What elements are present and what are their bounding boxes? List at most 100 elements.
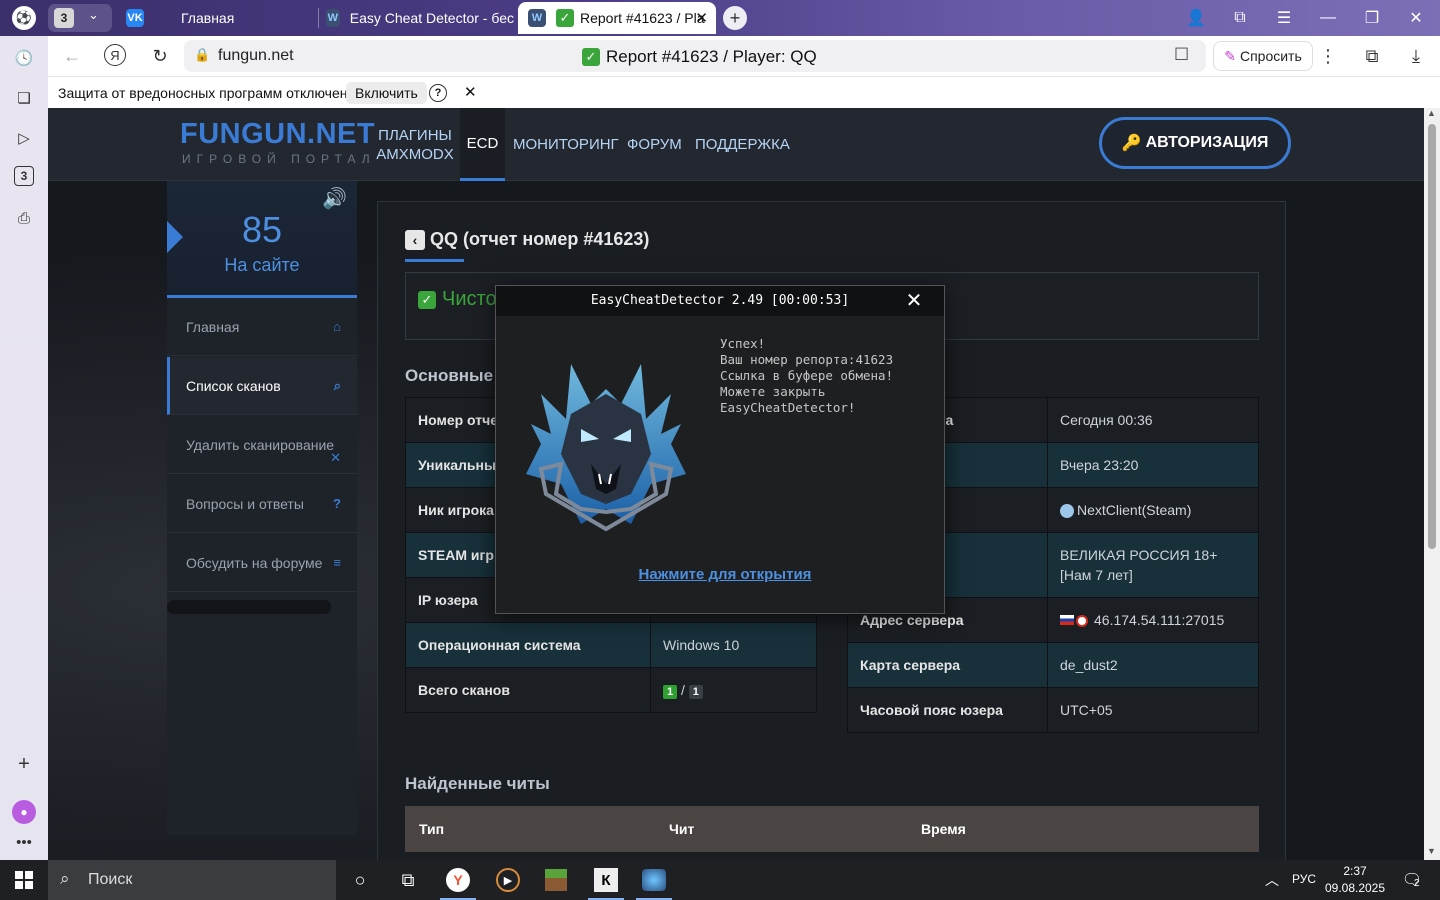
scroll-down-icon[interactable]: ▼ bbox=[1427, 846, 1436, 856]
menu-support[interactable]: ПОДДЕРЖКА bbox=[695, 108, 790, 181]
ecd-wolf-icon[interactable] bbox=[634, 864, 674, 900]
speaker-icon[interactable]: 🔊 bbox=[322, 186, 347, 211]
dialog-line: Ваш номер репорта:41623 bbox=[720, 352, 894, 367]
taskbar-search[interactable]: ⌕ Поиск bbox=[48, 860, 336, 900]
close-icon[interactable]: ✕ bbox=[464, 83, 477, 101]
menu-plugins[interactable]: ПЛАГИНЫ AMXMODX bbox=[375, 108, 455, 181]
task-view-icon[interactable]: ⧉ bbox=[388, 864, 428, 896]
sidebar-scrollbar[interactable] bbox=[167, 600, 331, 614]
key-icon: 🔑 bbox=[1121, 135, 1142, 152]
question-icon: ? bbox=[333, 496, 341, 511]
dialog-message: Успех! Ваш номер репорта:41623 Ссылка в … bbox=[720, 336, 893, 416]
reload-icon[interactable]: ↻ bbox=[148, 44, 172, 68]
wolf-icon: W bbox=[326, 9, 340, 27]
menu-ecd-label: ECD bbox=[466, 134, 499, 152]
server-address-cell: 46.174.54.111:27015 bbox=[1047, 597, 1259, 643]
row-value: Windows 10 bbox=[650, 622, 817, 668]
report-title-text: QQ (отчет номер #41623) bbox=[430, 229, 650, 249]
tab-vk[interactable]: VK Главная bbox=[126, 0, 316, 36]
download-icon[interactable]: ⤓ bbox=[1404, 44, 1428, 68]
col-type: Тип bbox=[419, 821, 445, 837]
url-field[interactable]: 🔒 fungun.net ✓ Report #41623 / Player: Q… bbox=[184, 40, 1206, 72]
taskbar: ⌕ Поиск ○ ⧉ Y ▶ К ︿ РУС 2:37 09.08.2025 … bbox=[0, 860, 1440, 900]
tab-close-icon[interactable]: ✕ bbox=[695, 9, 708, 27]
menu-icon[interactable]: ☰ bbox=[1262, 0, 1306, 36]
yandex-browser-icon[interactable]: Y bbox=[438, 864, 478, 900]
sidebar-item-home[interactable]: Главная ⌂ bbox=[167, 298, 357, 356]
dialog-close-button[interactable]: ✕ bbox=[902, 289, 926, 313]
notification-count: 2 bbox=[1414, 878, 1420, 889]
russia-flag-icon bbox=[1060, 615, 1074, 625]
tab-group-button[interactable]: 3 ⌄ bbox=[48, 4, 112, 32]
status-text: Чисто bbox=[442, 288, 497, 310]
tab-count-badge: 3 bbox=[54, 8, 74, 28]
ecd-dialog: EasyCheatDetector 2.49 [00:00:53] ✕ Успе… bbox=[495, 285, 945, 614]
menu-forum[interactable]: ФОРУМ bbox=[627, 108, 682, 181]
sidebar-item-scans[interactable]: Список сканов ⌕ bbox=[167, 357, 357, 415]
site-logo[interactable]: FUNGUN.NET bbox=[180, 118, 375, 151]
new-tab-button[interactable]: + bbox=[723, 6, 747, 30]
media-player-icon[interactable]: ▶ bbox=[488, 864, 528, 896]
ask-button[interactable]: ✎ Спросить bbox=[1213, 41, 1313, 71]
tab-count-icon[interactable]: 3 bbox=[14, 166, 34, 186]
alice-icon[interactable]: ● bbox=[12, 800, 36, 824]
play-icon[interactable]: ▷ bbox=[12, 126, 36, 150]
add-icon[interactable]: + bbox=[12, 752, 36, 776]
sidebar-item-forum[interactable]: Обсудить на форуме ≡ bbox=[167, 534, 357, 592]
back-icon[interactable]: ← bbox=[60, 44, 84, 68]
screenshot-icon[interactable]: ⎙ bbox=[12, 206, 36, 230]
menu-ecd[interactable]: ECD bbox=[460, 108, 505, 181]
table-row: Операционная система Windows 10 bbox=[405, 622, 817, 668]
dialog-line: Успех! bbox=[720, 336, 766, 351]
dialog-title: EasyCheatDetector 2.49 [00:00:53] bbox=[496, 286, 944, 316]
address-bar: ← Я ↻ 🔒 fungun.net ✓ Report #41623 / Pla… bbox=[48, 36, 1440, 76]
cheats-table-header: Тип Чит Время bbox=[405, 806, 1259, 852]
back-icon[interactable]: ‹ bbox=[405, 229, 425, 250]
status-clean: ✓ Чисто bbox=[418, 288, 497, 311]
page-title: ✓ Report #41623 / Player: QQ bbox=[582, 47, 817, 67]
sidebar-item-label: Вопросы и ответы bbox=[186, 495, 304, 512]
maximize-button[interactable]: ❐ bbox=[1350, 0, 1394, 36]
cortana-icon[interactable]: ○ bbox=[340, 864, 380, 896]
profile-icon[interactable]: 👤 bbox=[1174, 0, 1218, 36]
sidebar-item-faq[interactable]: Вопросы и ответы ? bbox=[167, 475, 357, 533]
tab-report[interactable]: W ✓ Report #41623 / Pla ✕ bbox=[518, 2, 716, 34]
minecraft-icon[interactable] bbox=[536, 864, 576, 896]
menu-monitoring[interactable]: МОНИТОРИНГ bbox=[513, 108, 619, 181]
scroll-thumb[interactable] bbox=[1428, 124, 1436, 549]
close-window-button[interactable]: ✕ bbox=[1394, 0, 1438, 36]
tab-label: Главная bbox=[181, 10, 235, 26]
yandex-icon[interactable]: Я bbox=[104, 44, 126, 66]
enable-button[interactable]: Включить bbox=[346, 82, 427, 104]
collections-icon[interactable]: ❏ bbox=[12, 86, 36, 110]
language-indicator[interactable]: РУС bbox=[1292, 872, 1316, 886]
collections-icon[interactable]: ⧉ bbox=[1218, 0, 1262, 36]
notifications-icon[interactable]: 🗨 2 bbox=[1392, 864, 1432, 896]
page-title-text: Report #41623 / Player: QQ bbox=[606, 47, 817, 66]
counter-strike-icon[interactable]: К bbox=[586, 864, 626, 900]
dialog-line: EasyCheatDetector! bbox=[720, 400, 856, 415]
extensions-icon[interactable]: ⧉ bbox=[1360, 44, 1384, 68]
bookmark-icon[interactable]: ☐ bbox=[1174, 45, 1189, 65]
minimize-button[interactable]: — bbox=[1306, 0, 1350, 36]
more-vertical-icon[interactable]: ⋮ bbox=[1316, 44, 1340, 68]
more-icon[interactable]: ••• bbox=[12, 830, 36, 854]
sidebar-item-label: Список сканов bbox=[186, 377, 281, 394]
page-scrollbar[interactable]: ▲ ▼ bbox=[1424, 108, 1440, 860]
tab-ecd[interactable]: W Easy Cheat Detector - бес bbox=[326, 0, 514, 36]
check-icon: ✓ bbox=[556, 9, 574, 27]
scroll-up-icon[interactable]: ▲ bbox=[1427, 108, 1436, 118]
chevron-up-icon[interactable]: ︿ bbox=[1252, 864, 1292, 896]
sidebar-item-delete[interactable]: Удалить сканирование ✕ bbox=[167, 416, 357, 474]
help-icon[interactable]: ? bbox=[429, 84, 447, 102]
history-icon[interactable]: 🕓 bbox=[12, 46, 36, 70]
row-key: Карта сервера bbox=[847, 642, 1048, 688]
windows-start-icon[interactable] bbox=[4, 864, 44, 896]
home-icon: ⌂ bbox=[333, 319, 341, 334]
open-report-link[interactable]: Нажмите для открытия bbox=[496, 566, 954, 583]
auth-button[interactable]: 🔑 АВТОРИЗАЦИЯ bbox=[1099, 117, 1291, 169]
browser-side-panel: 🕓 ❏ ▷ 3 ⎙ + ● ••• bbox=[0, 36, 48, 860]
clock[interactable]: 2:37 09.08.2025 bbox=[1320, 863, 1390, 897]
browser-logo-icon[interactable]: ⚽ bbox=[12, 6, 36, 30]
close-icon: ✕ bbox=[330, 450, 341, 465]
